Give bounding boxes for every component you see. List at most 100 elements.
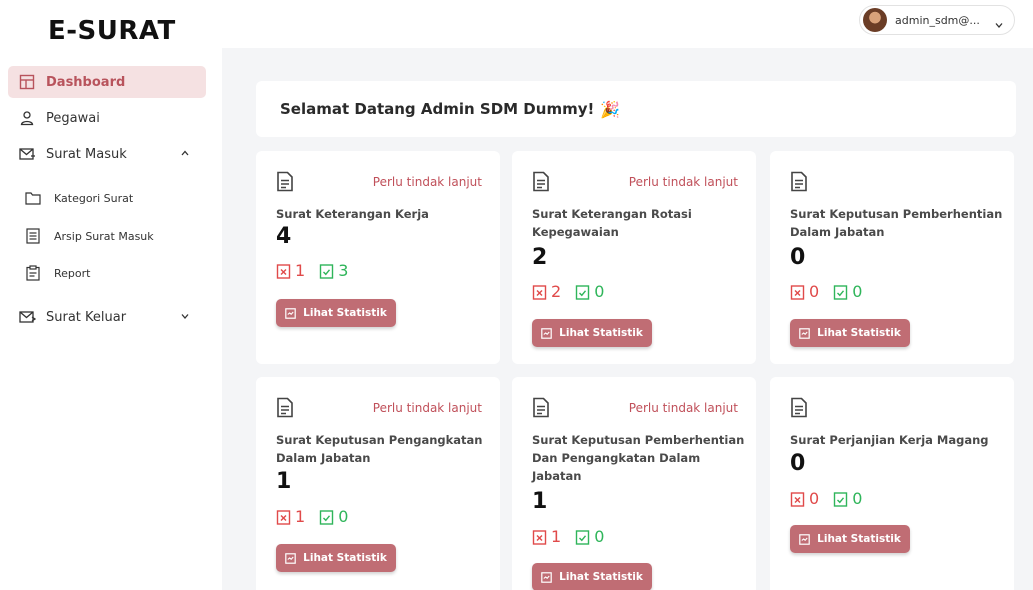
archive-icon (24, 227, 42, 245)
chevron-down-icon (994, 15, 1004, 34)
card-count: 1 (532, 489, 548, 514)
rejected-icon (532, 529, 547, 545)
rejected-icon (276, 509, 291, 525)
card-stats: 1 0 (532, 527, 604, 546)
sidebar-sub-report[interactable]: Report (20, 259, 206, 287)
letter-card: Perlu tindak lanjut Surat Keputusan Peng… (256, 377, 500, 590)
letter-card: Perlu tindak lanjut Surat Keputusan Pemb… (512, 377, 756, 590)
card-count: 0 (790, 245, 806, 270)
view-statistics-button[interactable]: Lihat Statistik (276, 544, 396, 572)
view-statistics-button[interactable]: Lihat Statistik (276, 299, 396, 327)
document-icon (276, 171, 294, 196)
card-count: 0 (790, 451, 806, 476)
sidebar-item-label: Surat Masuk (46, 146, 127, 162)
card-title: Surat Perjanjian Kerja Magang (790, 433, 989, 447)
dashboard-icon (18, 73, 36, 91)
document-icon (790, 171, 808, 196)
rejected-count: 0 (790, 282, 819, 301)
rejected-count: 0 (790, 489, 819, 508)
view-statistics-button[interactable]: Lihat Statistik (790, 525, 910, 553)
sidebar-item-label: Pegawai (46, 110, 100, 126)
letter-card: Perlu tindak lanjut Surat Keterangan Rot… (512, 151, 756, 364)
chart-icon (285, 552, 296, 564)
card-stats: 0 0 (790, 489, 862, 508)
rejected-count: 1 (276, 261, 305, 280)
view-statistics-button[interactable]: Lihat Statistik (532, 563, 652, 590)
approved-icon (319, 509, 334, 525)
user-icon (18, 109, 36, 127)
welcome-banner: Selamat Datang Admin SDM Dummy! 🎉 (256, 81, 1016, 137)
card-stats: 0 0 (790, 282, 862, 301)
card-count: 2 (532, 245, 548, 270)
document-icon (276, 397, 294, 422)
letter-card: Surat Keputusan Pemberhentian Dalam Jaba… (770, 151, 1014, 364)
card-title: Surat Keterangan Kerja (276, 207, 429, 221)
sidebar-item-label: Dashboard (46, 74, 126, 90)
card-title: Surat Keterangan Rotasi Kepegawaian (532, 207, 692, 239)
view-statistics-button[interactable]: Lihat Statistik (532, 319, 652, 347)
clipboard-icon (24, 264, 42, 282)
sidebar: E-SURAT Dashboard Pegawai Surat Masuk Ka… (0, 0, 222, 590)
user-menu[interactable]: admin_sdm@... (859, 5, 1015, 35)
card-title: Surat Keputusan Pengangkatan Dalam Jabat… (276, 433, 483, 465)
rejected-icon (790, 491, 805, 507)
chart-icon (541, 327, 552, 339)
rejected-count: 2 (532, 282, 561, 301)
card-count: 4 (276, 224, 292, 249)
letter-card: Perlu tindak lanjut Surat Keterangan Ker… (256, 151, 500, 364)
needs-action-label: Perlu tindak lanjut (628, 401, 738, 415)
approved-count: 0 (575, 282, 604, 301)
chevron-down-icon (180, 310, 190, 325)
card-title: Surat Keputusan Pemberhentian Dalam Jaba… (790, 207, 1003, 239)
main-content: Selamat Datang Admin SDM Dummy! 🎉 Perlu … (222, 48, 1033, 590)
view-statistics-button[interactable]: Lihat Statistik (790, 319, 910, 347)
mail-out-icon (18, 308, 36, 326)
letter-card: Surat Perjanjian Kerja Magang 0 0 0 Liha… (770, 377, 1014, 590)
card-stats: 2 0 (532, 282, 604, 301)
welcome-text: Selamat Datang Admin SDM Dummy! (280, 100, 595, 118)
sidebar-item-pegawai[interactable]: Pegawai (8, 102, 206, 134)
approved-count: 0 (833, 282, 862, 301)
approved-count: 0 (833, 489, 862, 508)
sidebar-sub-kategori-surat[interactable]: Kategori Surat (20, 184, 206, 212)
document-icon (532, 397, 550, 422)
approved-count: 0 (575, 527, 604, 546)
rejected-count: 1 (532, 527, 561, 546)
user-name: admin_sdm@... (895, 13, 980, 27)
app-logo: E-SURAT (48, 16, 176, 46)
rejected-count: 1 (276, 507, 305, 526)
card-stats: 1 0 (276, 507, 348, 526)
sidebar-item-surat-masuk[interactable]: Surat Masuk (8, 138, 206, 170)
needs-action-label: Perlu tindak lanjut (628, 175, 738, 189)
sidebar-sub-label: Report (54, 266, 91, 280)
approved-count: 3 (319, 261, 348, 280)
needs-action-label: Perlu tindak lanjut (372, 401, 482, 415)
card-title: Surat Keputusan Pemberhentian Dan Pengan… (532, 433, 745, 483)
top-bar: admin_sdm@... (222, 0, 1033, 48)
sidebar-sub-label: Kategori Surat (54, 191, 134, 205)
avatar (863, 8, 887, 32)
card-stats: 1 3 (276, 261, 348, 280)
chart-icon (799, 327, 810, 339)
chart-icon (799, 533, 810, 545)
approved-icon (575, 529, 590, 545)
approved-icon (319, 263, 334, 279)
rejected-icon (532, 284, 547, 300)
document-icon (790, 397, 808, 422)
sidebar-item-dashboard[interactable]: Dashboard (8, 66, 206, 98)
chart-icon (541, 571, 552, 583)
rejected-icon (790, 284, 805, 300)
sidebar-item-surat-keluar[interactable]: Surat Keluar (8, 301, 206, 333)
sidebar-item-label: Surat Keluar (46, 309, 127, 325)
chart-icon (285, 307, 296, 319)
approved-icon (575, 284, 590, 300)
mail-in-icon (18, 145, 36, 163)
folder-icon (24, 189, 42, 207)
party-icon: 🎉 (600, 99, 621, 119)
sidebar-sub-label: Arsip Surat Masuk (54, 229, 154, 243)
sidebar-sub-arsip-surat-masuk[interactable]: Arsip Surat Masuk (20, 222, 206, 250)
approved-count: 0 (319, 507, 348, 526)
rejected-icon (276, 263, 291, 279)
chevron-up-icon (180, 147, 190, 162)
card-count: 1 (276, 469, 292, 494)
